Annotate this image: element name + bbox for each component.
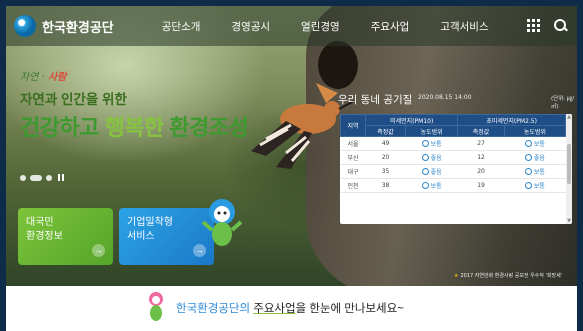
cell-pm25: 20 — [457, 164, 505, 179]
col-pm25: 초미세먼지(PM2.5) — [457, 114, 566, 126]
col-pm10-level: 농도범위 — [404, 125, 459, 137]
air-quality-table: 지역 미세먼지(PM10) 초미세먼지(PM2.5) 측정값 농도범위 측정값 … — [340, 114, 567, 193]
business-intro-text: 한국환경공단의 주요사업을 한눈에 만나보세요~ — [176, 303, 404, 315]
card-title-line2: 서비스 — [127, 231, 155, 242]
image-credit: 2017 자연만화 환경사랑 공모전 우수작 '희망새' — [454, 272, 562, 279]
air-quality-table-panel: 지역 미세먼지(PM10) 초미세먼지(PM2.5) 측정값 농도범위 측정값 … — [340, 114, 572, 224]
cell-pm10: 38 — [365, 178, 406, 193]
col-pm10: 미세먼지(PM10) — [365, 114, 459, 126]
slide-dot[interactable] — [46, 174, 52, 181]
cell-pm10: 35 — [365, 164, 406, 179]
cell-region: 부산 — [340, 150, 366, 165]
cell-pm10-level: 좋음 — [405, 164, 458, 179]
search-icon[interactable] — [554, 19, 567, 32]
mascot-character-image — [201, 199, 243, 246]
cell-pm25-level: 보통 — [504, 178, 566, 193]
logo-emblem-icon — [14, 15, 36, 37]
scroll-up-icon[interactable]: ▲ — [566, 114, 572, 120]
cell-pm10-level: 보통 — [405, 178, 458, 193]
header-tools — [527, 19, 567, 32]
cell-pm25-level: 보통 — [504, 136, 566, 151]
cell-region: 서울 — [340, 136, 366, 151]
nav-item-main-business[interactable]: 주요사업 — [371, 19, 410, 34]
table-row: 대구 35 좋음 20 보통 — [340, 164, 566, 179]
card-title-line2: 환경정보 — [26, 231, 63, 242]
public-env-info-card[interactable]: 대국민 환경정보 → — [18, 208, 113, 265]
nav-item-about[interactable]: 공단소개 — [162, 19, 201, 34]
nav-item-customer-service[interactable]: 고객서비스 — [440, 19, 488, 34]
nav-item-disclosure[interactable]: 경영공시 — [231, 19, 270, 34]
table-row: 인천 38 보통 19 보통 — [340, 178, 566, 193]
nav-item-open-management[interactable]: 열린경영 — [301, 19, 340, 34]
cell-pm10: 49 — [365, 136, 406, 151]
slogan-script: 자연 · 사람 — [20, 72, 67, 83]
arrow-right-icon: → — [92, 244, 105, 257]
air-quality-date: 2020.08.15 14:00 — [418, 94, 472, 101]
cell-pm25-level: 좋음 — [504, 150, 566, 165]
col-pm25-level: 농도범위 — [503, 125, 567, 137]
table-row: 서울 49 보통 27 보통 — [340, 136, 566, 151]
pause-icon[interactable] — [58, 174, 64, 181]
air-quality-unit: (단위: ㎍/㎥) — [551, 96, 575, 110]
col-region: 지역 — [340, 114, 367, 137]
business-intro-bar: 한국환경공단의 주요사업을 한눈에 만나보세요~ — [6, 286, 577, 331]
cell-region: 대구 — [340, 164, 366, 179]
cell-region: 인천 — [340, 178, 366, 193]
card-title-line1: 기업밀착형 — [127, 217, 173, 228]
scroll-down-icon[interactable]: ▼ — [566, 218, 572, 224]
card-title-line1: 대국민 — [26, 217, 54, 228]
top-navigation-bar: 한국환경공단 공단소개 경영공시 열린경영 주요사업 고객서비스 — [6, 6, 577, 46]
hero-banner: 한국환경공단 공단소개 경영공시 열린경영 주요사업 고객서비스 자연 · 사람… — [6, 6, 577, 286]
tagline-line2: 건강하고 행복한 환경조성 — [20, 115, 249, 140]
table-row: 부산 20 좋음 12 좋음 — [340, 150, 566, 165]
tagline-line1: 자연과 인간을 위한 — [20, 92, 127, 107]
scroll-thumb[interactable] — [567, 144, 571, 184]
col-pm25-value: 측정값 — [457, 125, 505, 137]
cell-pm25: 27 — [457, 136, 505, 151]
mascot-small-image — [149, 292, 163, 321]
main-nav: 공단소개 경영공시 열린경영 주요사업 고객서비스 — [162, 19, 520, 34]
table-scrollbar[interactable]: ▲ ▼ — [566, 114, 572, 224]
air-quality-title: 우리 동네 공기질 — [338, 94, 413, 106]
cell-pm10: 20 — [365, 150, 406, 165]
site-logo[interactable]: 한국환경공단 — [14, 15, 114, 37]
cell-pm25: 12 — [457, 150, 505, 165]
cell-pm25: 19 — [457, 178, 505, 193]
logo-text: 한국환경공단 — [42, 19, 114, 35]
slide-dot-active[interactable] — [30, 174, 42, 181]
slide-dot[interactable] — [20, 174, 26, 181]
col-pm10-value: 측정값 — [365, 125, 406, 137]
slider-indicator — [20, 174, 64, 181]
corporate-service-card[interactable]: 기업밀착형 서비스 → — [119, 208, 214, 265]
cell-pm10-level: 좋음 — [405, 150, 458, 165]
grid-menu-icon[interactable] — [527, 19, 540, 32]
cell-pm10-level: 보통 — [405, 136, 458, 151]
cell-pm25-level: 보통 — [504, 164, 566, 179]
